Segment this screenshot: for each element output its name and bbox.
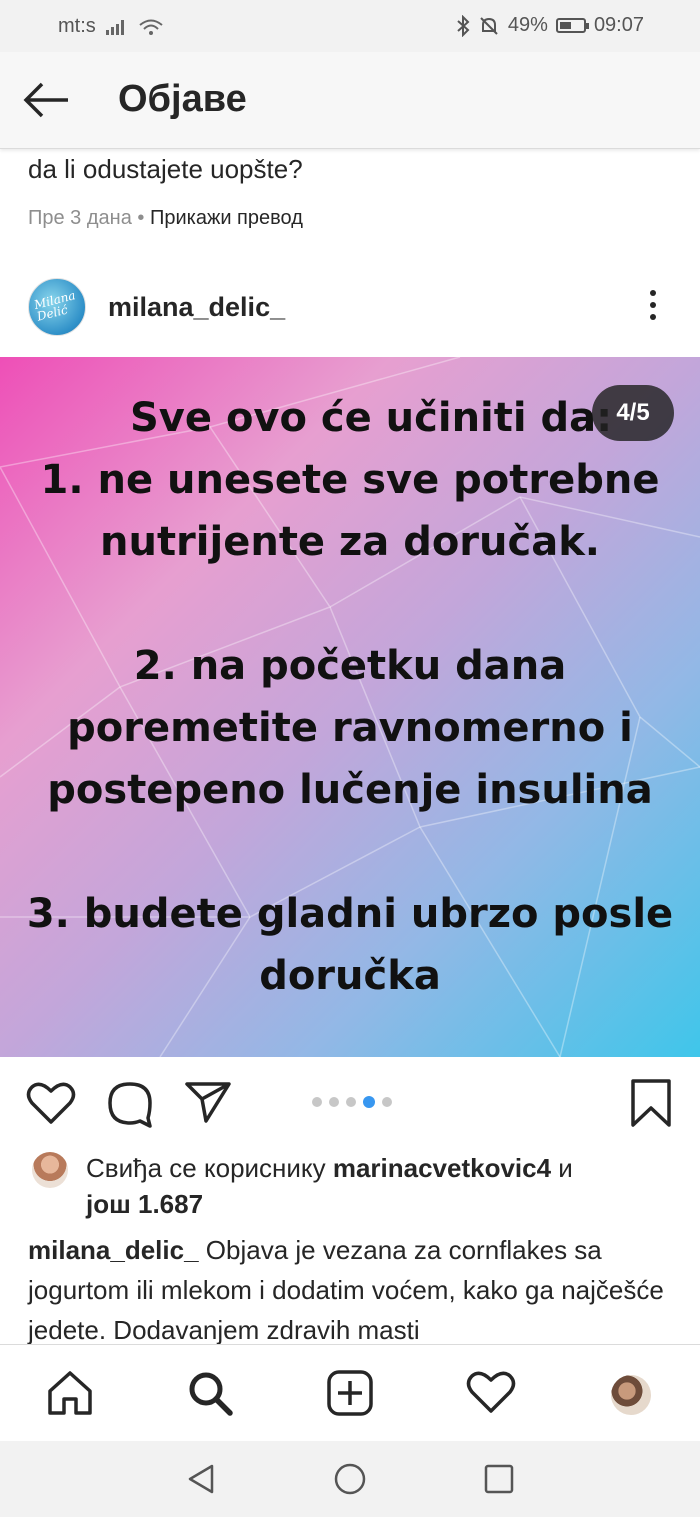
paper-plane-icon[interactable] [184, 1080, 232, 1124]
slide-item-2-line-2: poremetite ravnomerno i [67, 705, 633, 751]
page-title: Објаве [118, 78, 247, 120]
slide-item-3-line-1: 3. budete gladni ubrzo posle [26, 891, 674, 937]
slide-text: Sve ovo će učiniti da: 1. ne unesete sve… [0, 387, 700, 1007]
status-right: 49% 09:07 [456, 14, 644, 37]
battery-icon [555, 18, 589, 33]
battery-percent: 49% [507, 14, 548, 36]
signal-icon [105, 19, 124, 35]
slide-item-2-line-1: 2. na početku dana [133, 643, 567, 689]
post-actions [0, 1060, 700, 1146]
wifi-icon [139, 19, 163, 35]
carousel-dots [312, 1096, 392, 1108]
carousel-dot [382, 1097, 392, 1107]
likes-and: и [551, 1153, 573, 1183]
slide-item-2-line-3: postepeno lučenje insulina [47, 767, 653, 813]
carrier-label: mt:s [58, 15, 96, 37]
triangle-back-icon[interactable] [184, 1462, 218, 1496]
previous-post-meta: Пре 3 дана • Прикажи превод [28, 207, 303, 230]
bottom-nav [0, 1344, 700, 1441]
slide-counter-badge: 4/5 [592, 385, 674, 441]
carousel-dot [312, 1097, 322, 1107]
bookmark-icon[interactable] [630, 1078, 672, 1128]
search-icon[interactable] [186, 1369, 234, 1417]
see-translation-link[interactable]: Прикажи превод [150, 207, 303, 229]
meta-separator: • [137, 207, 145, 229]
slide-item-1-line-1: 1. ne unesete sve potrebne [40, 457, 660, 503]
liker-avatar [32, 1152, 68, 1188]
likes-text: Свиђа се кориснику marinacvetkovic4 и јо… [86, 1150, 676, 1222]
slide-item-1-line-2: nutrijente za doručak. [99, 519, 601, 565]
previous-post-caption: da li odustajete uopšte? [28, 154, 303, 184]
post-caption: milana_delic_ Objava je vezana za cornfl… [28, 1230, 668, 1350]
post-header: Milana Delić milana_delic_ [0, 270, 700, 346]
post-image[interactable]: Sve ovo će učiniti da: 1. ne unesete sve… [0, 357, 700, 1057]
activity-heart-icon[interactable] [466, 1369, 516, 1415]
avatar[interactable]: Milana Delić [28, 278, 86, 336]
system-nav-bar [0, 1440, 700, 1517]
carousel-dot [346, 1097, 356, 1107]
heart-icon[interactable] [26, 1080, 76, 1126]
clock: 09:07 [593, 14, 644, 36]
status-left: mt:s [58, 15, 164, 38]
home-icon[interactable] [46, 1369, 94, 1417]
bluetooth-icon [457, 14, 470, 37]
slide-item-3-line-2: doručka [259, 953, 441, 999]
likes-count[interactable]: још 1.687 [86, 1189, 203, 1219]
app-bar: Објаве [0, 52, 700, 149]
plus-square-icon[interactable] [326, 1369, 374, 1417]
liker-username[interactable]: marinacvetkovic4 [333, 1153, 551, 1183]
circle-home-icon[interactable] [333, 1462, 367, 1496]
post-time: Пре 3 дана [28, 207, 132, 229]
post-username[interactable]: milana_delic_ [108, 292, 285, 323]
three-dots-vertical-icon[interactable] [646, 290, 660, 326]
likes-prefix: Свиђа се кориснику [86, 1153, 333, 1183]
mute-bell-icon [480, 16, 498, 35]
profile-avatar[interactable] [611, 1375, 651, 1415]
arrow-left-icon[interactable] [22, 80, 72, 120]
avatar-logo-text: Milana Delić [32, 288, 77, 324]
status-bar: mt:s 49% 09:07 [0, 0, 700, 52]
carousel-dot-active [363, 1096, 375, 1108]
caption-username[interactable]: milana_delic_ [28, 1235, 199, 1265]
speech-bubble-icon[interactable] [106, 1080, 154, 1128]
square-recent-icon[interactable] [482, 1462, 516, 1496]
carousel-dot [329, 1097, 339, 1107]
